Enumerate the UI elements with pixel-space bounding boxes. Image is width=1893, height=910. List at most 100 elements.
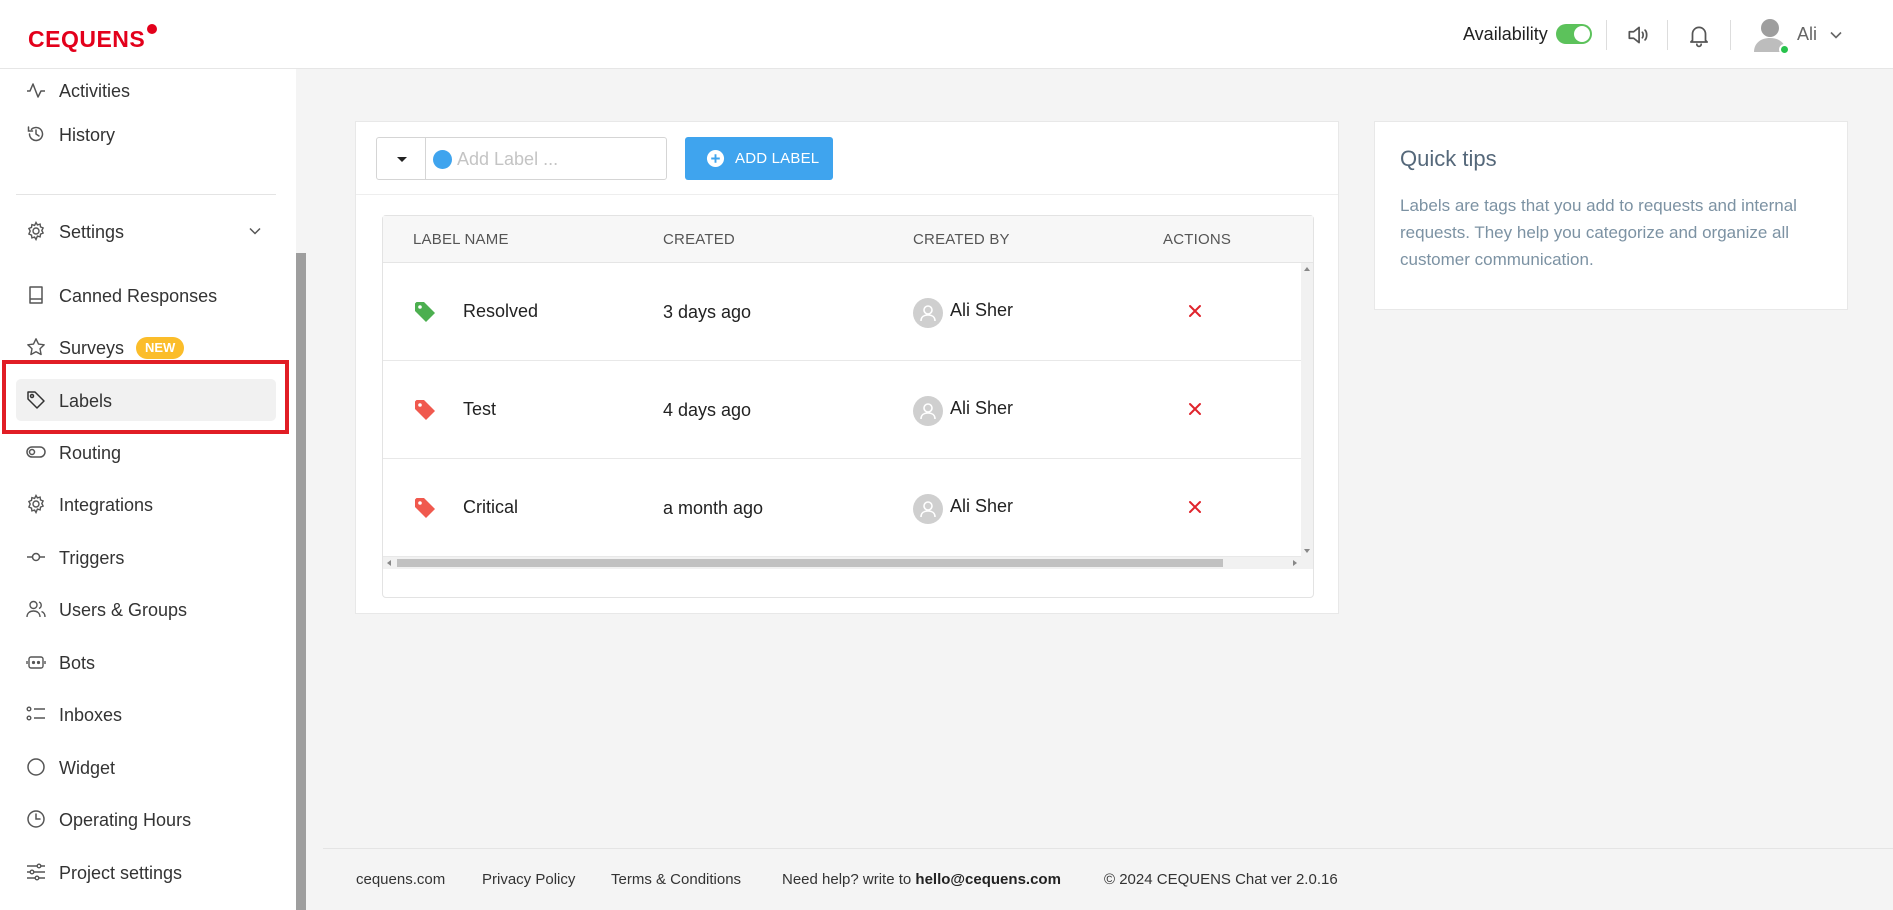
selected-color-swatch[interactable] — [433, 150, 452, 169]
label-color-dropdown[interactable] — [376, 137, 426, 180]
footer-copyright: © 2024 CEQUENS Chat ver 2.0.16 — [1104, 871, 1338, 888]
label-input-wrapper — [425, 137, 667, 180]
sidebar-item-label: Surveys — [59, 338, 125, 358]
footer-help-email[interactable]: hello@cequens.com — [915, 871, 1061, 888]
logo-dot — [147, 24, 158, 34]
sidebar-item-canned-responses[interactable]: Canned Responses — [16, 274, 276, 316]
chevron-down-icon[interactable] — [248, 224, 262, 238]
scroll-up-arrow-icon[interactable] — [1304, 267, 1310, 271]
sidebar-item-label: Widget — [59, 758, 116, 778]
star-icon — [27, 338, 45, 356]
sidebar-item-widget[interactable]: Widget — [16, 746, 276, 788]
sidebar-item-label: Triggers — [59, 548, 125, 568]
tag-icon — [415, 400, 435, 420]
label-created-by: Ali Sher — [950, 398, 1014, 418]
availability-label: Availability — [1463, 24, 1548, 44]
label-created: a month ago — [663, 498, 764, 518]
chevron-down-icon[interactable] — [1829, 28, 1843, 42]
quick-tips-body: Labels are tags that you add to requests… — [1400, 196, 1797, 269]
labels-highlight — [2, 360, 289, 434]
table-vertical-scrollbar[interactable] — [1301, 263, 1313, 557]
sidebar-item-triggers[interactable]: Triggers — [16, 536, 276, 578]
user-avatar[interactable] — [1752, 16, 1790, 55]
sidebar-item-label: Users & Groups — [59, 600, 188, 620]
sidebar-divider — [16, 194, 276, 195]
speaker-icon[interactable] — [1625, 22, 1651, 48]
sidebar-item-label: Routing — [59, 443, 122, 463]
scroll-left-arrow-icon[interactable] — [387, 560, 391, 566]
bell-icon[interactable] — [1686, 22, 1712, 48]
sidebar-item-activities[interactable]: Activities — [16, 69, 276, 111]
avatar — [913, 298, 943, 328]
add-label-button-label: ADD LABEL — [735, 150, 820, 167]
sidebar-item-label: Settings — [59, 222, 125, 242]
label-created-by: Ali Sher — [950, 496, 1014, 516]
header-divider — [1606, 20, 1607, 50]
sidebar-item-label: Canned Responses — [59, 286, 218, 306]
label-name: Critical — [463, 497, 519, 517]
labels-table: LABEL NAME CREATED CREATED BY ACTIONS Re… — [382, 215, 1314, 598]
avatar — [913, 396, 943, 426]
footer-privacy-link[interactable]: Privacy Policy — [482, 871, 575, 888]
sidebar-item-label: Activities — [59, 81, 131, 101]
avatar — [913, 494, 943, 524]
sidebar-item-label: History — [59, 125, 116, 145]
sidebar-item-label: Integrations — [59, 495, 154, 515]
user-icon — [920, 305, 936, 322]
label-name: Resolved — [463, 301, 539, 321]
sidebar-item-label: Operating Hours — [59, 810, 192, 830]
label-created: 3 days ago — [663, 302, 752, 322]
scroll-right-arrow-icon[interactable] — [1293, 560, 1297, 566]
sidebar-item-project-settings[interactable]: Project settings — [16, 851, 276, 893]
toggle-icon — [26, 446, 46, 458]
footer-site-link[interactable]: cequens.com — [356, 871, 445, 888]
quick-tips-title: Quick tips — [1400, 146, 1497, 171]
table-row: Critical a month ago Ali Sher — [383, 459, 1301, 557]
list-icon — [26, 706, 45, 721]
availability-toggle[interactable] — [1556, 24, 1592, 44]
cequens-logo[interactable]: CEQUENS — [28, 24, 158, 53]
table-horizontal-scrollbar[interactable] — [383, 557, 1313, 569]
sidebar-item-integrations[interactable]: Integrations — [16, 483, 276, 525]
sidebar-item-operating-hours[interactable]: Operating Hours — [16, 798, 276, 840]
column-header-created-by[interactable]: CREATED BY — [913, 231, 1010, 248]
footer-terms-link[interactable]: Terms & Conditions — [611, 871, 741, 888]
scroll-down-arrow-icon[interactable] — [1304, 549, 1310, 553]
sidebar-item-routing[interactable]: Routing — [16, 431, 276, 473]
add-label-input[interactable] — [457, 146, 657, 172]
sidebar-scrollbar[interactable] — [296, 253, 306, 910]
plus-circle-icon — [706, 149, 725, 168]
delete-icon[interactable] — [1185, 399, 1205, 419]
book-icon — [29, 286, 43, 304]
footer-help-text: Need help? write to hello@cequens.com — [782, 871, 1061, 888]
footer-help-prefix: Need help? write to — [782, 871, 912, 888]
users-icon — [26, 600, 46, 618]
sidebar-item-bots[interactable]: Bots — [16, 641, 276, 683]
logo-text: CEQUENS — [28, 26, 146, 52]
sidebar: Activities History Settings Canned Respo… — [0, 69, 296, 910]
sidebar-item-inboxes[interactable]: Inboxes — [16, 693, 276, 735]
quick-tips-card: Quick tips Labels are tags that you add … — [1374, 121, 1848, 310]
column-header-created[interactable]: CREATED — [663, 231, 735, 248]
user-name[interactable]: Ali — [1797, 24, 1817, 45]
sidebar-item-label: Bots — [59, 653, 96, 673]
sidebar-item-settings[interactable]: Settings — [16, 210, 276, 252]
delete-icon[interactable] — [1185, 301, 1205, 321]
sidebar-item-label: Inboxes — [59, 705, 123, 725]
column-header-label-name[interactable]: LABEL NAME — [413, 231, 509, 248]
scrollbar-thumb[interactable] — [397, 559, 1223, 567]
toolbar-divider — [356, 194, 1338, 195]
footer: cequens.com Privacy Policy Terms & Condi… — [323, 848, 1893, 910]
tag-icon — [415, 498, 435, 518]
delete-icon[interactable] — [1185, 497, 1205, 517]
table-row: Resolved 3 days ago Ali Sher — [383, 263, 1301, 361]
user-icon — [920, 501, 936, 518]
cog-icon — [27, 494, 45, 514]
sidebar-item-users-groups[interactable]: Users & Groups — [16, 588, 276, 630]
add-label-button[interactable]: ADD LABEL — [685, 137, 833, 180]
top-header: CEQUENS Availability Ali — [0, 0, 1893, 69]
label-created-by: Ali Sher — [950, 300, 1014, 320]
table-body: Resolved 3 days ago Ali Sher Test 4 days… — [383, 263, 1301, 557]
clock-icon — [27, 810, 45, 828]
sidebar-item-history[interactable]: History — [16, 113, 276, 155]
